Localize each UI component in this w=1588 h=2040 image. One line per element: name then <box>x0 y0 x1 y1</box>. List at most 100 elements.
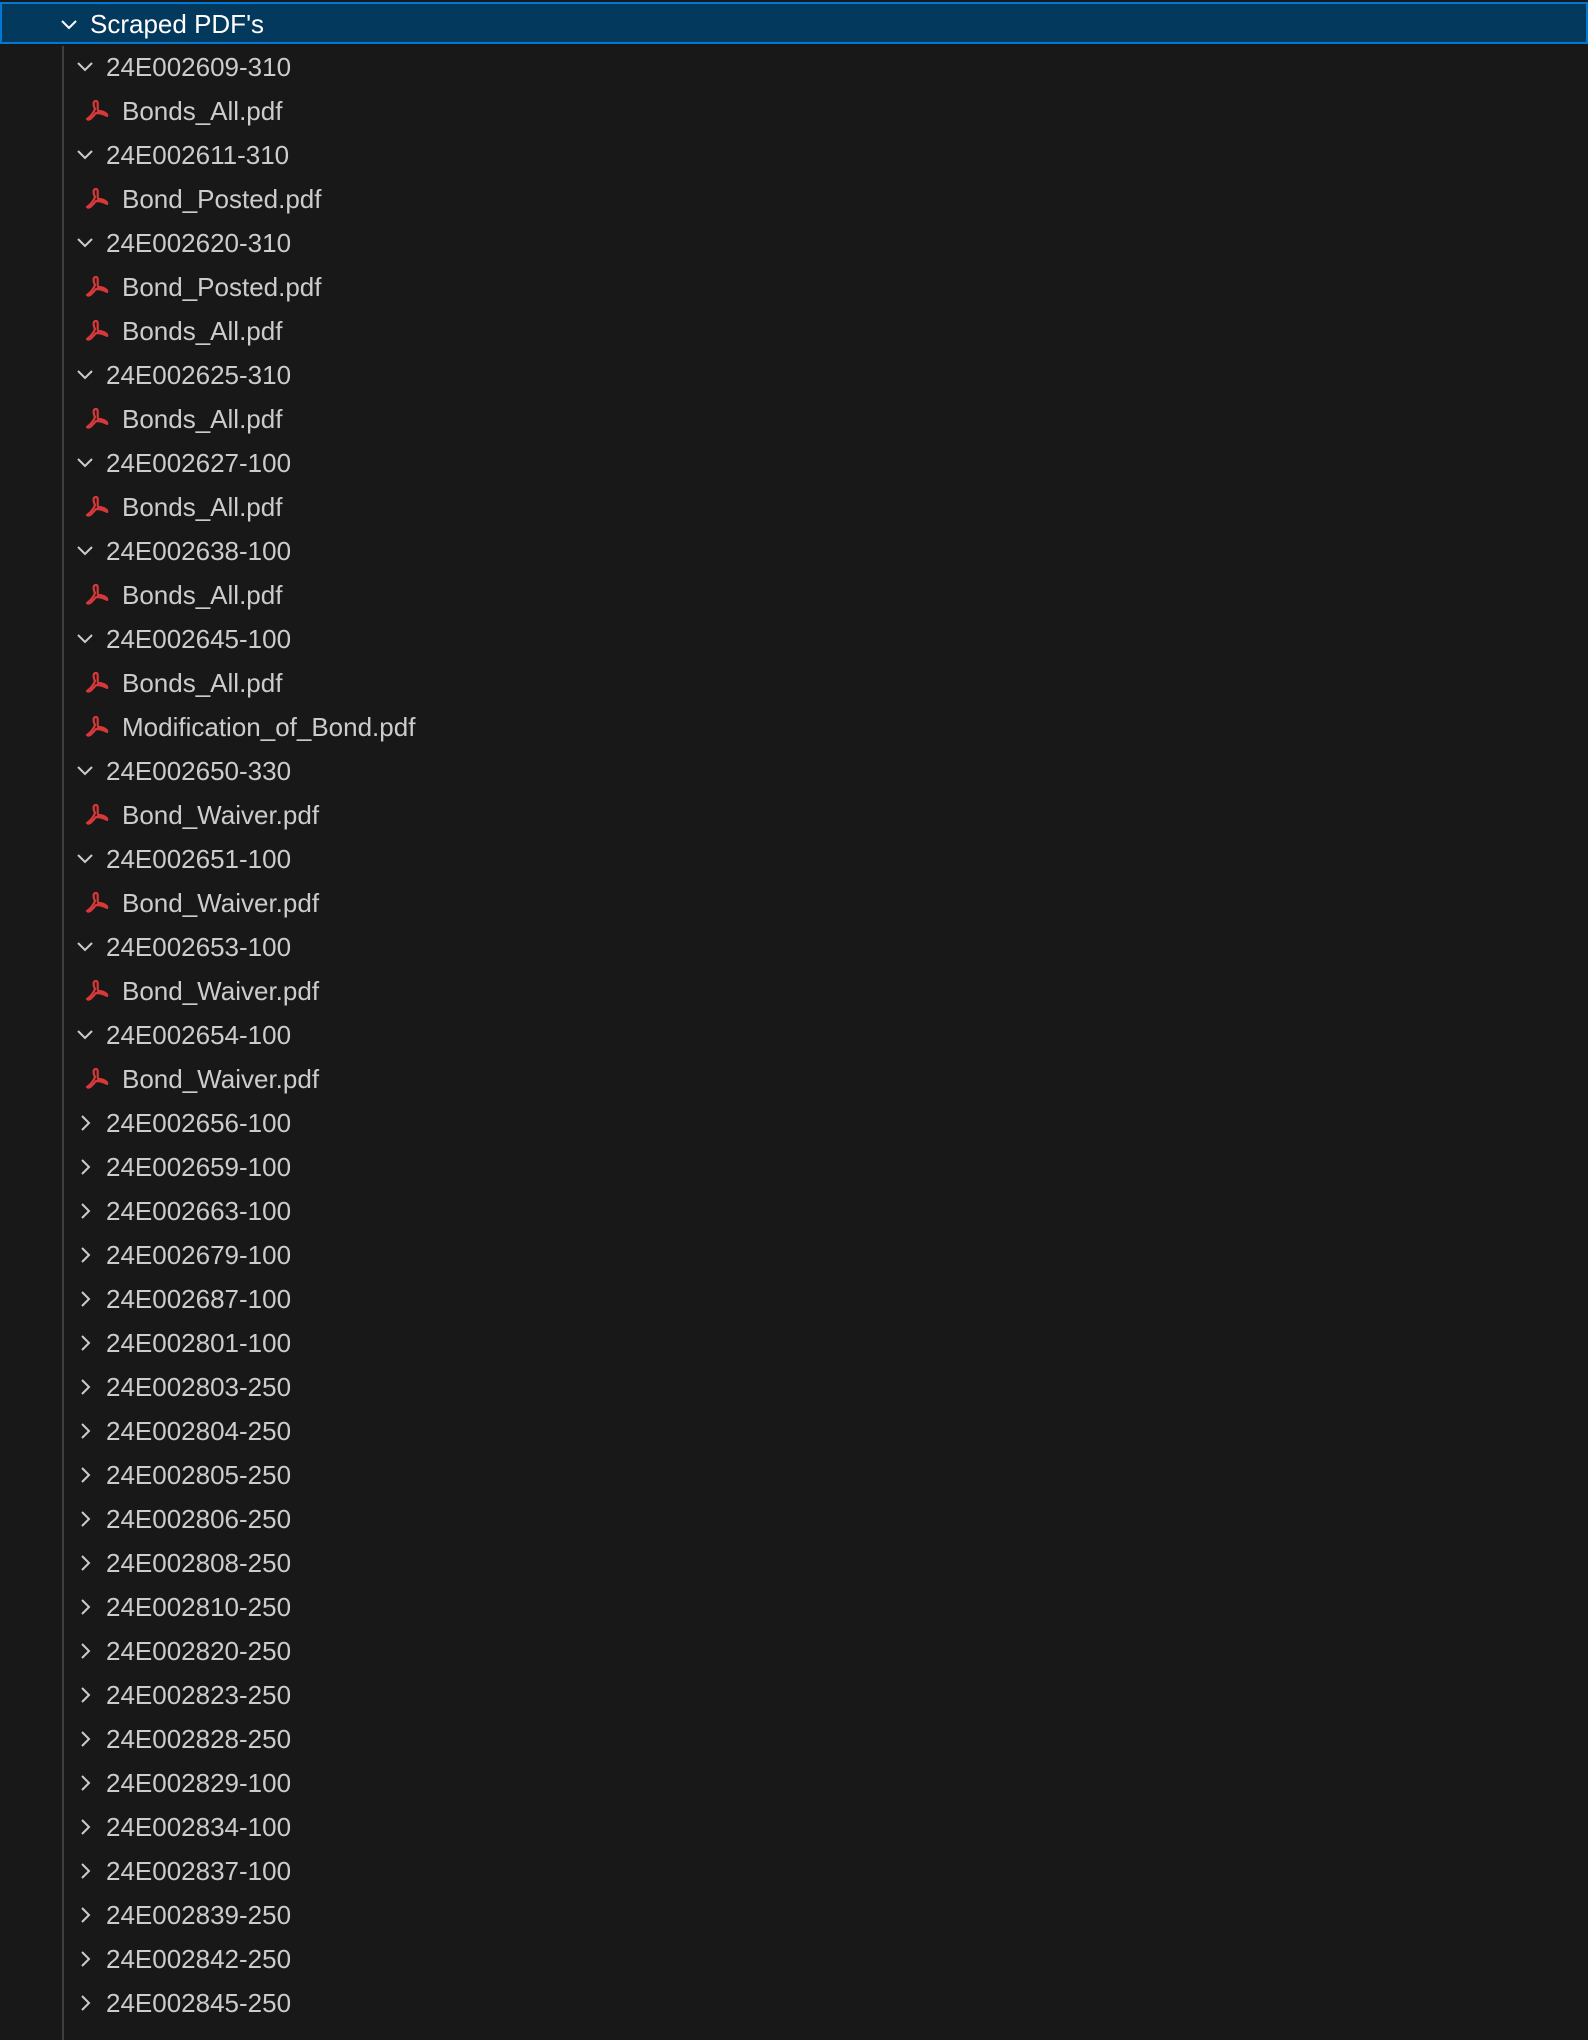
tree-file-item[interactable]: Bond_Waiver.pdf <box>0 1057 1588 1101</box>
chevron-right-icon[interactable] <box>74 1596 96 1618</box>
chevron-right-icon[interactable] <box>74 1156 96 1178</box>
tree-file-item[interactable]: Bonds_All.pdf <box>0 89 1588 133</box>
tree-folder-label: 24E002803-250 <box>106 1372 292 1402</box>
tree-folder-item[interactable]: 24E002839-250 <box>0 1893 1588 1937</box>
tree-folder-label: 24E002609-310 <box>106 52 292 82</box>
tree-folder-label: 24E002627-100 <box>106 448 292 478</box>
tree-folder-item[interactable]: 24E002609-310 <box>0 45 1588 89</box>
chevron-right-icon[interactable] <box>74 1332 96 1354</box>
tree-file-item[interactable]: Bond_Waiver.pdf <box>0 793 1588 837</box>
tree-folder-label: 24E002801-100 <box>106 1328 292 1358</box>
chevron-down-icon[interactable] <box>74 628 96 650</box>
chevron-down-icon[interactable] <box>74 848 96 870</box>
tree-file-item[interactable]: Bond_Posted.pdf <box>0 265 1588 309</box>
chevron-right-icon[interactable] <box>74 1244 96 1266</box>
tree-file-label: Bonds_All.pdf <box>122 492 283 522</box>
chevron-right-icon[interactable] <box>74 1992 96 2014</box>
tree-folder-item[interactable]: 24E002679-100 <box>0 1233 1588 1277</box>
tree-file-item[interactable]: Bond_Waiver.pdf <box>0 881 1588 925</box>
tree-folder-item[interactable]: 24E002828-250 <box>0 1717 1588 1761</box>
tree-folder-item[interactable]: 24E002808-250 <box>0 1541 1588 1585</box>
tree-folder-item[interactable]: 24E002820-250 <box>0 1629 1588 1673</box>
tree-file-item[interactable]: Bonds_All.pdf <box>0 485 1588 529</box>
tree-folder-item[interactable]: 24E002625-310 <box>0 353 1588 397</box>
tree-folder-item[interactable]: 24E002829-100 <box>0 1761 1588 1805</box>
chevron-down-icon[interactable] <box>74 232 96 254</box>
tree-folder-item[interactable]: 24E002842-250 <box>0 1937 1588 1981</box>
chevron-down-icon[interactable] <box>74 760 96 782</box>
tree-file-item[interactable]: Modification_of_Bond.pdf <box>0 705 1588 749</box>
chevron-down-icon[interactable] <box>74 144 96 166</box>
tree-folder-item[interactable]: 24E002638-100 <box>0 529 1588 573</box>
chevron-right-icon[interactable] <box>74 1112 96 1134</box>
tree-folder-item[interactable]: 24E002645-100 <box>0 617 1588 661</box>
tree-folder-label: 24E002625-310 <box>106 360 292 390</box>
chevron-right-icon[interactable] <box>74 1816 96 1838</box>
pdf-icon <box>84 715 110 739</box>
tree-folder-item[interactable]: 24E002659-100 <box>0 1145 1588 1189</box>
chevron-right-icon[interactable] <box>74 1640 96 1662</box>
tree-file-item[interactable]: Bonds_All.pdf <box>0 397 1588 441</box>
tree-folder-label: 24E002651-100 <box>106 844 292 874</box>
tree-folder-label: 24E002845-250 <box>106 1988 292 2018</box>
tree-folder-item[interactable]: 24E002804-250 <box>0 1409 1588 1453</box>
chevron-down-icon[interactable] <box>74 540 96 562</box>
tree-folder-item[interactable]: 24E002806-250 <box>0 1497 1588 1541</box>
chevron-right-icon[interactable] <box>74 1904 96 1926</box>
chevron-right-icon[interactable] <box>74 1552 96 1574</box>
tree-folder-item[interactable]: 24E002654-100 <box>0 1013 1588 1057</box>
tree-folder-item[interactable]: 24E002627-100 <box>0 441 1588 485</box>
chevron-down-icon[interactable] <box>74 936 96 958</box>
tree-folder-label: 24E002687-100 <box>106 1284 292 1314</box>
chevron-down-icon[interactable] <box>74 364 96 386</box>
tree-folder-item[interactable]: 24E002620-310 <box>0 221 1588 265</box>
tree-file-label: Bond_Waiver.pdf <box>122 1064 320 1094</box>
tree-folder-item[interactable]: 24E002837-100 <box>0 1849 1588 1893</box>
tree-folder-item[interactable]: 24E002805-250 <box>0 1453 1588 1497</box>
tree-root-scraped-pdfs[interactable]: Scraped PDF's <box>0 2 1588 44</box>
chevron-right-icon[interactable] <box>74 1508 96 1530</box>
chevron-right-icon[interactable] <box>74 1684 96 1706</box>
tree-folder-item[interactable]: 24E002650-330 <box>0 749 1588 793</box>
chevron-right-icon[interactable] <box>74 1860 96 1882</box>
chevron-right-icon[interactable] <box>74 1772 96 1794</box>
tree-folder-item[interactable]: 24E002653-100 <box>0 925 1588 969</box>
tree-folder-item[interactable]: 24E002810-250 <box>0 1585 1588 1629</box>
tree-folder-item[interactable]: 24E002801-100 <box>0 1321 1588 1365</box>
tree-folder-item[interactable]: 24E002663-100 <box>0 1189 1588 1233</box>
tree-folder-item[interactable]: 24E002687-100 <box>0 1277 1588 1321</box>
chevron-right-icon[interactable] <box>74 1420 96 1442</box>
chevron-right-icon[interactable] <box>74 1200 96 1222</box>
tree-folder-item[interactable]: 24E002611-310 <box>0 133 1588 177</box>
chevron-down-icon[interactable] <box>74 452 96 474</box>
tree-folder-item[interactable]: 24E002845-250 <box>0 1981 1588 2025</box>
tree-folder-label: 24E002659-100 <box>106 1152 292 1182</box>
tree-folder-item[interactable]: 24E002651-100 <box>0 837 1588 881</box>
pdf-icon <box>84 671 110 695</box>
tree-folder-label: 24E002828-250 <box>106 1724 292 1754</box>
tree-folder-item[interactable]: 24E002823-250 <box>0 1673 1588 1717</box>
tree-file-item[interactable]: Bonds_All.pdf <box>0 309 1588 353</box>
pdf-icon <box>84 803 110 827</box>
tree-file-item[interactable]: Bonds_All.pdf <box>0 661 1588 705</box>
chevron-down-icon[interactable] <box>74 1024 96 1046</box>
tree-file-label: Bond_Posted.pdf <box>122 184 322 214</box>
tree-folder-item[interactable]: 24E002803-250 <box>0 1365 1588 1409</box>
chevron-right-icon[interactable] <box>74 1288 96 1310</box>
chevron-right-icon[interactable] <box>74 1376 96 1398</box>
tree-folder-label: 24E002654-100 <box>106 1020 292 1050</box>
tree-folder-item[interactable]: 24E002834-100 <box>0 1805 1588 1849</box>
tree-file-item[interactable]: Bonds_All.pdf <box>0 573 1588 617</box>
tree-file-item[interactable]: Bond_Posted.pdf <box>0 177 1588 221</box>
chevron-right-icon[interactable] <box>74 1948 96 1970</box>
tree-file-item[interactable]: Bond_Waiver.pdf <box>0 969 1588 1013</box>
tree-file-label: Bond_Waiver.pdf <box>122 888 320 918</box>
chevron-right-icon[interactable] <box>74 1464 96 1486</box>
tree-folder-label: 24E002638-100 <box>106 536 292 566</box>
tree-folder-label: 24E002805-250 <box>106 1460 292 1490</box>
chevron-down-icon[interactable] <box>74 56 96 78</box>
pdf-icon <box>84 187 110 211</box>
chevron-down-icon[interactable] <box>58 14 80 36</box>
chevron-right-icon[interactable] <box>74 1728 96 1750</box>
tree-folder-item[interactable]: 24E002656-100 <box>0 1101 1588 1145</box>
